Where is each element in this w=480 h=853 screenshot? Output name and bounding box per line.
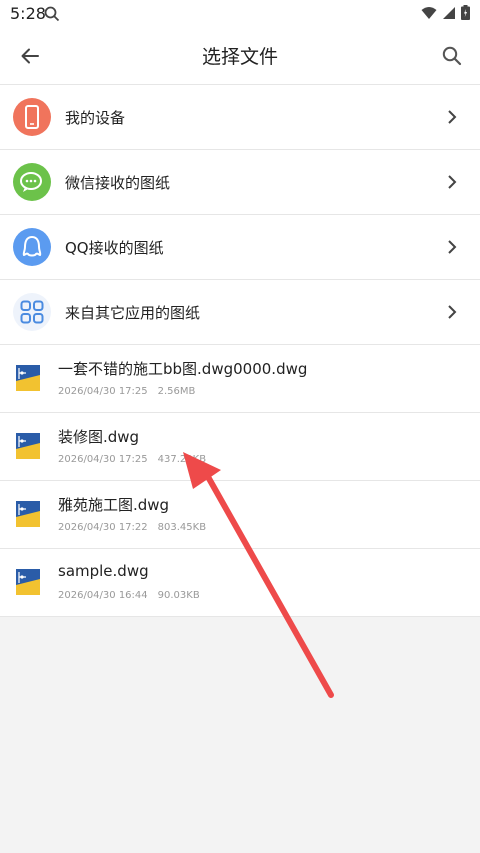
dwg-file-icon (16, 365, 40, 391)
source-label: QQ接收的图纸 (65, 238, 164, 257)
phone-icon (13, 98, 51, 136)
signal-icon (443, 5, 455, 24)
file-list: 一套不错的施工bb图.dwg0000.dwg 2026/04/30 17:25 2… (0, 345, 480, 617)
file-item[interactable]: sample.dwg 2026/04/30 16:44 90.03KB (0, 549, 480, 617)
source-label: 微信接收的图纸 (65, 173, 171, 192)
source-label: 来自其它应用的图纸 (65, 303, 201, 322)
file-name: sample.dwg (58, 562, 149, 580)
file-size: 803.45KB (157, 522, 207, 533)
search-button[interactable] (436, 40, 468, 72)
battery-icon (461, 5, 470, 24)
file-item[interactable]: 装修图.dwg 2026/04/30 17:25 437.29KB (0, 413, 480, 481)
file-size: 2.56MB (157, 386, 196, 397)
source-item-my-device[interactable]: 我的设备 (0, 85, 480, 150)
chevron-right-icon (440, 300, 464, 324)
source-list: 我的设备 微信接收的图纸 QQ接收的图纸 来自其它应用的图纸 (0, 85, 480, 345)
file-meta: 2026/04/30 16:44 90.03KB (58, 590, 200, 601)
file-meta: 2026/04/30 17:22 803.45KB (58, 522, 206, 533)
dwg-file-icon (16, 501, 40, 527)
status-time: 5:28 (10, 4, 46, 23)
dwg-file-icon (16, 569, 40, 595)
status-search-icon (44, 6, 60, 26)
source-item-other-apps[interactable]: 来自其它应用的图纸 (0, 280, 480, 345)
file-name: 一套不错的施工bb图.dwg0000.dwg (58, 360, 308, 378)
file-meta: 2026/04/30 17:25 2.56MB (58, 386, 195, 397)
file-item[interactable]: 一套不错的施工bb图.dwg0000.dwg 2026/04/30 17:25 2… (0, 345, 480, 413)
wechat-icon (13, 163, 51, 201)
search-icon (442, 46, 462, 66)
app-bar: 选择文件 (0, 28, 480, 85)
file-date: 2026/04/30 17:22 (58, 522, 148, 533)
status-bar: 5:28 (0, 0, 480, 28)
file-name: 装修图.dwg (58, 428, 140, 446)
qq-icon (13, 228, 51, 266)
chevron-right-icon (440, 235, 464, 259)
chevron-right-icon (440, 105, 464, 129)
file-name: 雅苑施工图.dwg (58, 496, 170, 514)
source-item-wechat[interactable]: 微信接收的图纸 (0, 150, 480, 215)
dwg-file-icon (16, 433, 40, 459)
file-item[interactable]: 雅苑施工图.dwg 2026/04/30 17:22 803.45KB (0, 481, 480, 549)
status-icons (421, 5, 470, 24)
wifi-icon (421, 5, 437, 24)
source-item-qq[interactable]: QQ接收的图纸 (0, 215, 480, 280)
file-date: 2026/04/30 17:25 (58, 454, 148, 465)
page-title: 选择文件 (201, 46, 278, 68)
apps-grid-icon (13, 293, 51, 331)
file-size: 437.29KB (157, 454, 207, 465)
file-size: 90.03KB (157, 590, 200, 601)
file-meta: 2026/04/30 17:25 437.29KB (58, 454, 206, 465)
file-date: 2026/04/30 16:44 (58, 590, 148, 601)
chevron-right-icon (440, 170, 464, 194)
source-label: 我的设备 (65, 108, 126, 127)
file-date: 2026/04/30 17:25 (58, 386, 148, 397)
